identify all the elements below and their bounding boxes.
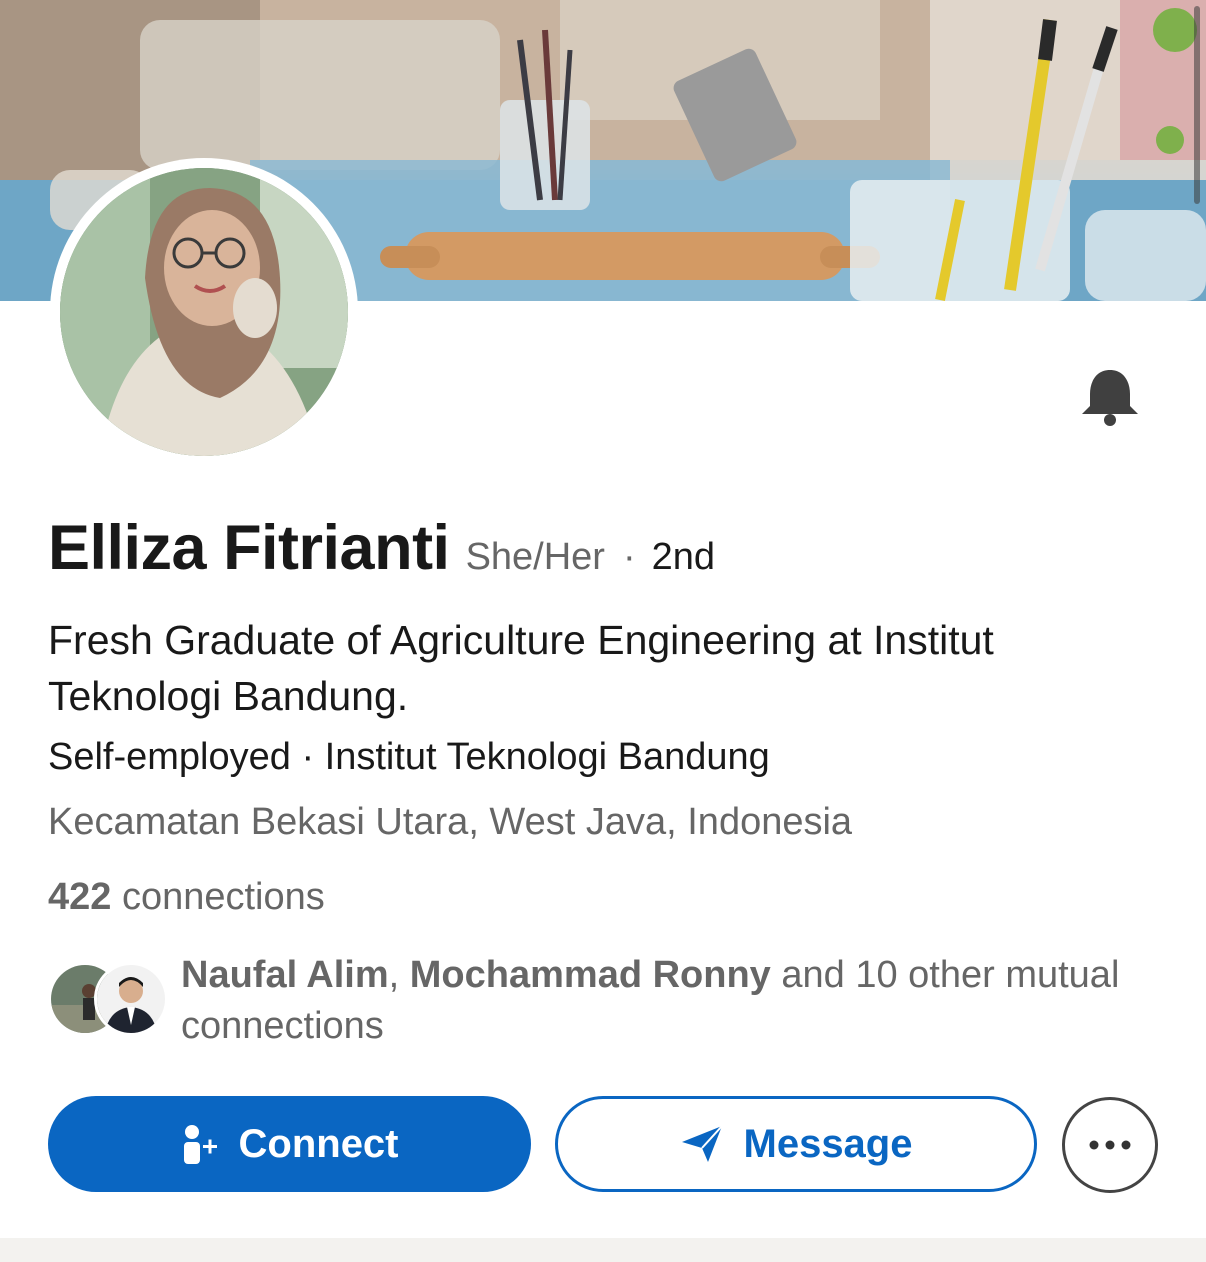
section-divider [0,1238,1206,1262]
profile-pronouns: She/Her [465,536,605,578]
connections-number: 422 [48,876,112,918]
connect-button[interactable]: Connect [48,1096,531,1192]
profile-avatar[interactable] [60,168,348,456]
message-button[interactable]: Message [555,1096,1037,1192]
mutual-name-1: Naufal Alim [181,954,389,996]
connections-count[interactable]: 422 connections [48,876,325,919]
send-icon [680,1124,724,1164]
mutual-connections-text[interactable]: Naufal Alim, Mochammad Ronny and 10 othe… [181,950,1141,1052]
scrollbar[interactable] [1194,6,1200,204]
connection-degree: 2nd [651,536,716,578]
notification-bell[interactable] [1076,364,1144,430]
profile-photo-illustration [60,168,348,456]
connections-label: connections [121,876,325,918]
mutual-separator: , [388,954,400,996]
add-person-icon [181,1123,219,1165]
connect-label: Connect [238,1121,399,1166]
profile-location: Kecamatan Bekasi Utara, West Java, Indon… [48,801,853,843]
profile-headline: Fresh Graduate of Agriculture Engineerin… [48,617,994,719]
mutual-avatar-2 [94,962,168,1036]
profile-name: Elliza Fitrianti [48,513,450,583]
mutual-avatar-2-illustration [97,965,165,1033]
bell-icon [1082,370,1138,426]
mutual-avatars[interactable] [48,962,168,1036]
mutual-name-2: Mochammad Ronny [409,954,771,996]
degree-separator: · [622,536,636,578]
message-label: Message [743,1121,913,1166]
name-row: Elliza Fitrianti She/Her · 2nd [48,512,715,588]
more-options-button[interactable] [1062,1097,1158,1193]
profile-workplace: Self-employed · Institut Teknologi Bandu… [48,736,770,778]
ellipsis-icon [1089,1140,1131,1150]
